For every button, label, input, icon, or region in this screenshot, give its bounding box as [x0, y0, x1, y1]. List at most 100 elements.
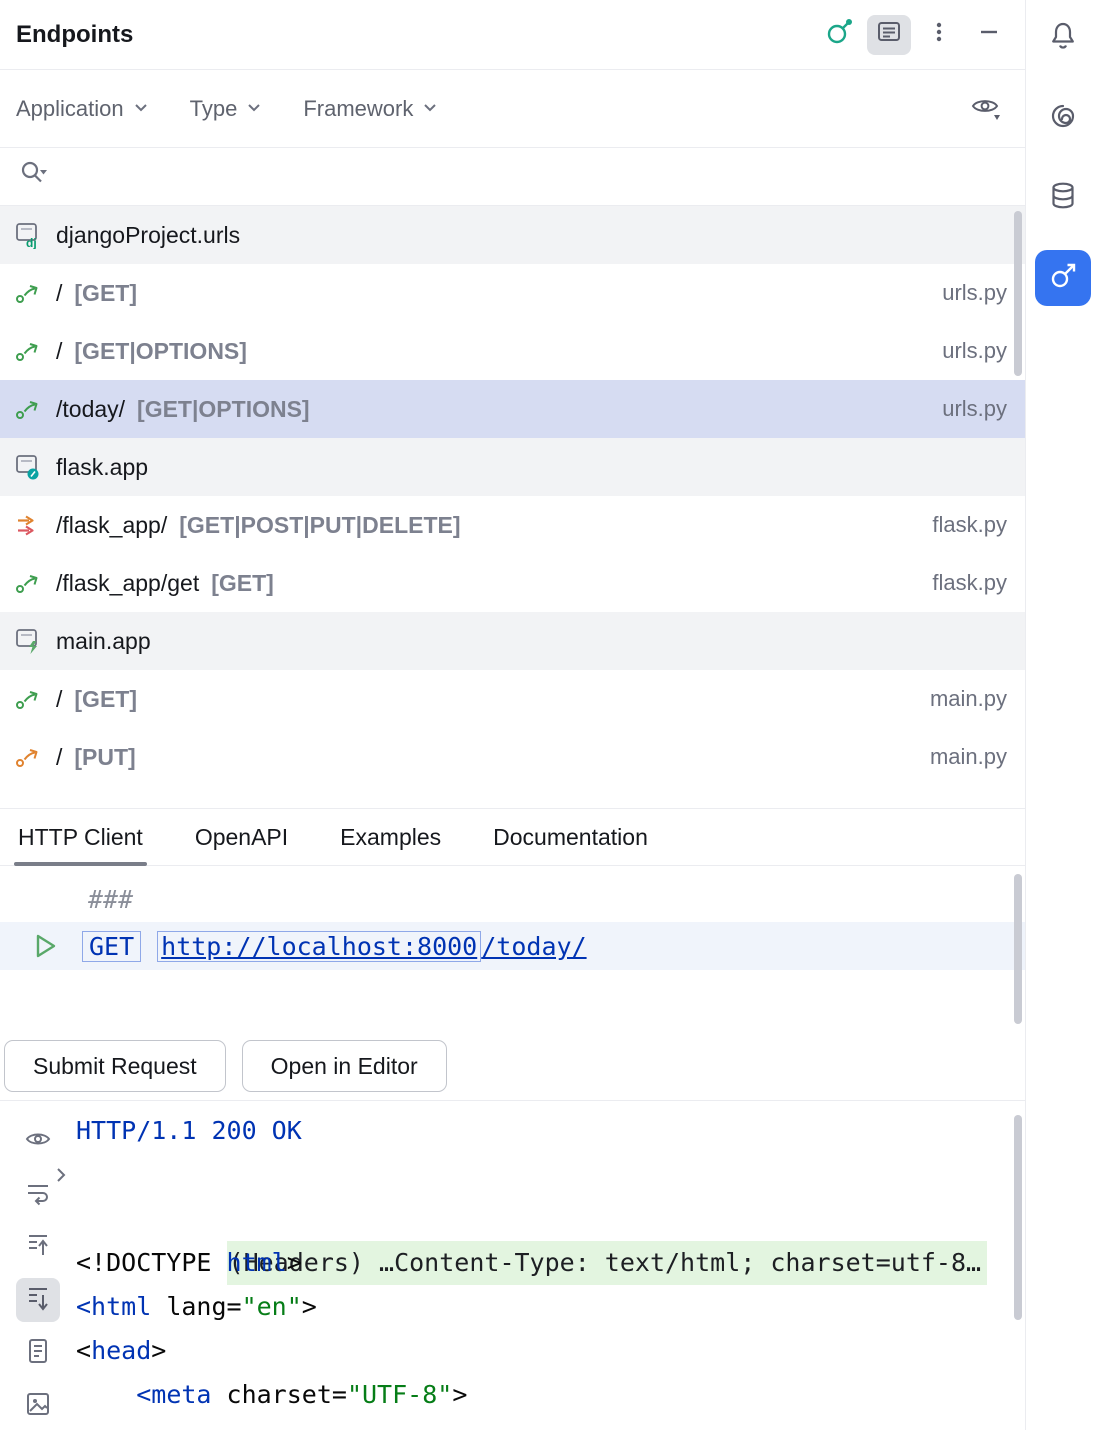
main-panel: Endpoints — [0, 0, 1026, 1430]
code-line: <html lang="en"> — [76, 1285, 1025, 1329]
response-status-line: HTTP/1.1 200 OK — [76, 1109, 1025, 1153]
endpoint-methods: [GET] — [211, 570, 274, 597]
endpoint-row[interactable]: / [GET|OPTIONS] urls.py — [0, 322, 1025, 380]
response-body[interactable]: HTTP/1.1 200 OK (Headers) …Content-Type:… — [76, 1101, 1025, 1430]
list-scrollbar[interactable] — [1014, 211, 1022, 376]
http-client-editor[interactable]: ### GET http://localhost:8000/today/ — [0, 866, 1025, 1032]
group-row-django[interactable]: dj djangoProject.urls — [0, 206, 1025, 264]
put-endpoint-icon — [14, 743, 44, 771]
endpoint-file: urls.py — [942, 396, 1007, 422]
request-method[interactable]: GET — [82, 931, 141, 962]
group-label: main.app — [56, 628, 151, 655]
database-button[interactable] — [1035, 170, 1091, 226]
tab-label: Examples — [340, 824, 441, 851]
request-line: GET http://localhost:8000/today/ — [0, 922, 1025, 970]
endpoint-row[interactable]: / [GET] main.py — [0, 670, 1025, 728]
api-icon — [823, 16, 855, 53]
svg-text:dj: dj — [26, 236, 37, 249]
notifications-button[interactable] — [1035, 10, 1091, 66]
scroll-to-bottom-button[interactable] — [16, 1278, 60, 1322]
details-view-icon — [874, 17, 904, 52]
tab-examples[interactable]: Examples — [340, 809, 441, 865]
filter-bar: Application Type Framework — [0, 70, 1025, 148]
code-line: <head> — [76, 1329, 1025, 1373]
endpoint-methods: [GET|OPTIONS] — [74, 338, 247, 365]
application-filter[interactable]: Application — [16, 96, 150, 122]
request-url-host[interactable]: http://localhost:8000 — [157, 931, 481, 962]
chevron-down-icon — [132, 96, 150, 122]
code-line: <meta charset="UTF-8"> — [76, 1373, 1025, 1417]
endpoint-row-selected[interactable]: /today/ [GET|OPTIONS] urls.py — [0, 380, 1025, 438]
eye-icon — [968, 89, 1002, 128]
endpoint-file: main.py — [930, 686, 1007, 712]
run-request-button[interactable] — [30, 931, 60, 961]
endpoint-methods: [GET|POST|PUT|DELETE] — [179, 512, 460, 539]
submit-request-button[interactable]: Submit Request — [4, 1040, 226, 1092]
copy-response-button[interactable] — [16, 1331, 60, 1375]
endpoint-row[interactable]: /flask_app/get [GET] flask.py — [0, 554, 1025, 612]
get-endpoint-icon — [14, 337, 44, 365]
show-images-button[interactable] — [16, 1384, 60, 1428]
endpoint-path: /today/ — [56, 396, 125, 423]
framework-filter[interactable]: Framework — [303, 96, 439, 122]
endpoint-list: dj djangoProject.urls / [GET] urls.py / … — [0, 206, 1025, 808]
kebab-menu-icon — [925, 18, 953, 51]
endpoint-file: urls.py — [942, 338, 1007, 364]
endpoint-path: /flask_app/ — [56, 512, 167, 539]
endpoints-tool-window: Endpoints — [0, 0, 1100, 1430]
tab-openapi[interactable]: OpenAPI — [195, 809, 288, 865]
api-toggle-button[interactable] — [817, 15, 861, 55]
tab-label: HTTP Client — [18, 824, 143, 851]
hide-panel-button[interactable] — [967, 15, 1011, 55]
endpoint-file: flask.py — [932, 512, 1007, 538]
response-headers-line: (Headers) …Content-Type: text/html; char… — [76, 1153, 1025, 1197]
endpoints-icon — [1046, 259, 1080, 298]
action-bar: Submit Request Open in Editor — [0, 1032, 1025, 1101]
request-url[interactable]: http://localhost:8000/today/ — [157, 932, 586, 961]
endpoints-button[interactable] — [1035, 250, 1091, 306]
group-row-flask[interactable]: flask.app — [0, 438, 1025, 496]
spiral-icon — [1046, 99, 1080, 138]
endpoint-row[interactable]: /flask_app/ [GET|POST|PUT|DELETE] flask.… — [0, 496, 1025, 554]
right-tool-strip — [1026, 0, 1100, 1430]
response-scrollbar[interactable] — [1014, 1115, 1022, 1320]
group-row-main[interactable]: main.app — [0, 612, 1025, 670]
view-mode-button[interactable] — [867, 15, 911, 55]
endpoint-path: / — [56, 338, 62, 365]
request-separator: ### — [0, 878, 1025, 922]
detail-tabs: HTTP Client OpenAPI Examples Documentati… — [0, 808, 1025, 866]
editor-scrollbar[interactable] — [1014, 874, 1022, 1024]
endpoint-methods: [PUT] — [74, 744, 135, 771]
fold-chevron-icon[interactable] — [52, 1153, 70, 1197]
scroll-to-top-button[interactable] — [16, 1225, 60, 1269]
endpoint-methods: [GET] — [74, 686, 137, 713]
get-endpoint-icon — [14, 685, 44, 713]
tab-http-client[interactable]: HTTP Client — [18, 809, 143, 865]
eye-icon — [23, 1124, 53, 1159]
request-url-path[interactable]: /today/ — [481, 932, 586, 961]
ai-assistant-button[interactable] — [1035, 90, 1091, 146]
endpoint-row[interactable]: / [GET] urls.py — [0, 264, 1025, 322]
search-field[interactable] — [0, 148, 1025, 206]
open-in-editor-button[interactable]: Open in Editor — [242, 1040, 447, 1092]
bell-icon — [1046, 19, 1080, 58]
application-filter-label: Application — [16, 96, 124, 122]
group-label: flask.app — [56, 454, 148, 481]
response-panel: HTTP/1.1 200 OK (Headers) …Content-Type:… — [0, 1101, 1025, 1430]
more-options-button[interactable] — [917, 15, 961, 55]
response-toolbar — [0, 1101, 76, 1430]
endpoint-path: / — [56, 744, 62, 771]
view-options-button[interactable] — [963, 89, 1007, 129]
chevron-down-icon — [421, 96, 439, 122]
code-line: <!DOCTYPE html> — [76, 1241, 1025, 1285]
type-filter[interactable]: Type — [190, 96, 264, 122]
endpoint-row[interactable]: / [PUT] main.py — [0, 728, 1025, 786]
get-endpoint-icon — [14, 569, 44, 597]
endpoint-methods: [GET] — [74, 280, 137, 307]
scroll-bottom-icon — [23, 1283, 53, 1318]
get-endpoint-icon — [14, 395, 44, 423]
document-icon — [23, 1336, 53, 1371]
image-icon — [23, 1389, 53, 1424]
type-filter-label: Type — [190, 96, 238, 122]
tab-documentation[interactable]: Documentation — [493, 809, 648, 865]
